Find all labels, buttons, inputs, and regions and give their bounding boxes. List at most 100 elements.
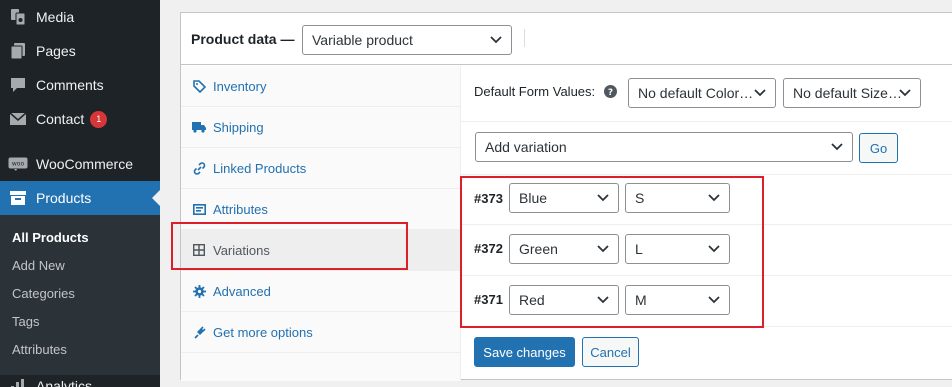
variation-size-value: M (635, 292, 647, 308)
chevron-down-icon (597, 245, 609, 253)
variation-color-value: Green (519, 241, 558, 257)
tab-get-more-options-label: Get more options (213, 324, 313, 340)
product-data-header: Product data — Variable product (181, 13, 952, 65)
link-icon (192, 161, 206, 175)
tab-shipping-label: Shipping (213, 119, 264, 135)
menu-woocommerce-label: WooCommerce (36, 156, 133, 172)
notification-badge: 1 (90, 110, 108, 128)
menu-pages[interactable]: Pages (0, 34, 160, 68)
variation-size-value: S (635, 190, 645, 206)
product-type-value: Variable product (312, 32, 413, 48)
plugin-icon (192, 325, 206, 339)
tab-inventory-label: Inventory (213, 78, 267, 94)
variation-color-value: Blue (519, 190, 548, 206)
media-icon (8, 7, 28, 27)
variation-size-select[interactable]: S (625, 183, 730, 213)
header-divider (524, 29, 525, 47)
save-changes-button[interactable]: Save changes (474, 337, 575, 367)
menu-analytics-label: Analytics (36, 378, 93, 387)
help-icon[interactable]: ? (604, 85, 617, 98)
submenu-attributes[interactable]: Attributes (12, 342, 67, 357)
default-size-value: No default Size… (793, 85, 902, 101)
variation-size-select[interactable]: M (625, 285, 730, 315)
default-form-values-label: Default Form Values: (474, 84, 596, 99)
go-button[interactable]: Go (859, 133, 898, 163)
variation-color-select[interactable]: Green (509, 234, 619, 264)
tab-advanced[interactable]: Advanced (181, 271, 460, 312)
chevron-down-icon (831, 143, 843, 151)
tag-icon (192, 79, 206, 93)
submenu-all-products[interactable]: All Products (12, 230, 89, 245)
add-variation-select[interactable]: Add variation (475, 132, 853, 162)
woo-icon: woo (8, 154, 28, 174)
cancel-button[interactable]: Cancel (582, 337, 639, 367)
menu-media-label: Media (36, 9, 75, 25)
chevron-down-icon (754, 89, 766, 97)
comments-icon (8, 75, 28, 95)
product-type-select[interactable]: Variable product (302, 25, 512, 55)
variation-color-value: Red (519, 292, 545, 308)
truck-icon (192, 120, 206, 134)
tab-attributes-label: Attributes (213, 201, 268, 217)
variation-id: #373 (474, 191, 503, 206)
chevron-down-icon (708, 194, 720, 202)
tab-inventory[interactable]: Inventory (181, 66, 460, 107)
divider (461, 275, 952, 276)
variation-color-select[interactable]: Blue (509, 183, 619, 213)
tab-shipping[interactable]: Shipping (181, 107, 460, 148)
submenu-categories[interactable]: Categories (12, 286, 75, 301)
mail-icon (8, 109, 28, 129)
svg-text:?: ? (608, 88, 613, 98)
menu-products-label: Products (36, 190, 92, 206)
default-color-value: No default Color… (638, 85, 754, 101)
menu-products[interactable]: Products (0, 181, 160, 215)
tab-variations[interactable]: Variations (181, 230, 460, 271)
submenu-tags[interactable]: Tags (12, 314, 39, 329)
product-data-tabs: Inventory Shipping Linked Products Attri… (181, 66, 461, 381)
variation-size-select[interactable]: L (625, 234, 730, 264)
tab-attributes[interactable]: Attributes (181, 189, 460, 230)
archive-icon (8, 188, 28, 208)
variation-size-value: L (635, 241, 643, 257)
admin-sidebar: Media Pages Comments Contact 1 woo WooCo… (0, 0, 160, 387)
menu-contact[interactable]: Contact 1 (0, 102, 160, 136)
product-data-panel: Product data — Variable product Inventor… (180, 12, 952, 381)
menu-woocommerce[interactable]: woo WooCommerce (0, 147, 160, 181)
divider (461, 121, 952, 122)
menu-analytics[interactable]: Analytics (0, 371, 160, 387)
tab-linked-products-label: Linked Products (213, 160, 307, 176)
menu-contact-label: Contact (36, 111, 85, 127)
chevron-down-icon (708, 296, 720, 304)
variation-id: #372 (474, 241, 503, 256)
divider (461, 326, 952, 327)
variations-panel: Default Form Values: ? No default Color…… (461, 66, 952, 381)
menu-pages-label: Pages (36, 43, 76, 59)
list-icon (192, 202, 206, 216)
grid-icon (192, 243, 206, 257)
chevron-down-icon (597, 296, 609, 304)
chevron-down-icon (899, 89, 911, 97)
svg-text:woo: woo (12, 161, 25, 168)
chevron-down-icon (708, 245, 720, 253)
pages-icon (8, 41, 28, 61)
gear-icon (192, 284, 206, 298)
add-variation-value: Add variation (485, 139, 567, 155)
menu-comments-label: Comments (36, 77, 104, 93)
menu-comments[interactable]: Comments (0, 68, 160, 102)
submenu-add-new[interactable]: Add New (12, 258, 65, 273)
tab-variations-label: Variations (213, 242, 270, 258)
variation-id: #371 (474, 292, 503, 307)
tab-get-more-options[interactable]: Get more options (181, 312, 460, 353)
default-color-select[interactable]: No default Color… (628, 78, 776, 108)
default-size-select[interactable]: No default Size… (783, 78, 921, 108)
menu-media[interactable]: Media (0, 0, 160, 34)
chevron-down-icon (597, 194, 609, 202)
tab-linked-products[interactable]: Linked Products (181, 148, 460, 189)
product-data-label: Product data — (191, 31, 295, 47)
divider (461, 174, 952, 175)
tab-advanced-label: Advanced (213, 283, 271, 299)
divider (461, 224, 952, 225)
products-submenu: All Products Add New Categories Tags Att… (0, 215, 160, 375)
variation-color-select[interactable]: Red (509, 285, 619, 315)
analytics-icon (8, 376, 28, 387)
